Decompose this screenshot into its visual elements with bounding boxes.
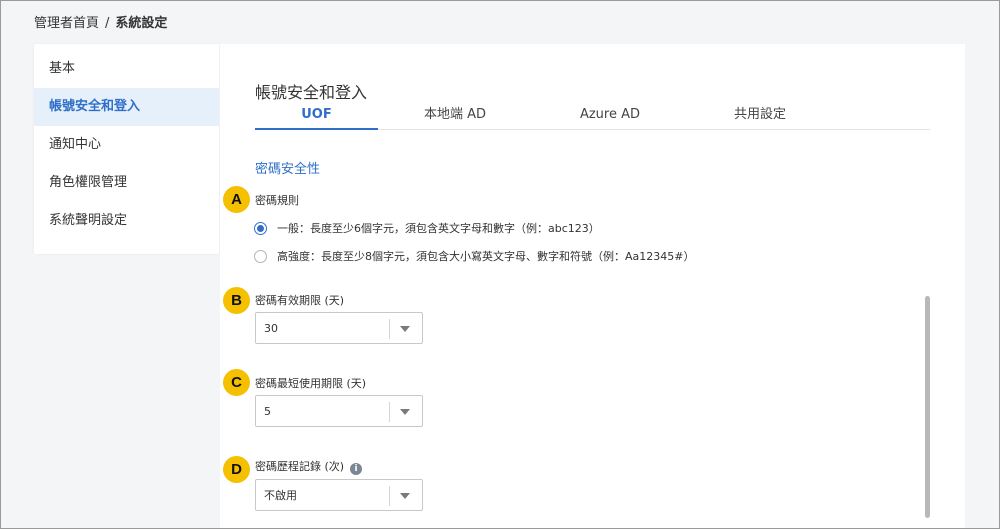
chevron-down-icon <box>400 493 410 499</box>
breadcrumb-current: 系統設定 <box>115 16 168 31</box>
sidebar-item-role-permissions[interactable]: 角色權限管理 <box>34 164 219 202</box>
password-history-label: 密碼歷程記錄 (次) i <box>255 458 363 475</box>
radio-option-normal[interactable]: 一般：長度至少6個字元，須包含英文字母和數字（例：abc123） <box>254 220 600 236</box>
sidebar-item-account-security[interactable]: 帳號安全和登入 <box>34 88 219 126</box>
breadcrumb-home[interactable]: 管理者首頁 <box>34 16 99 31</box>
tab-uof[interactable]: UOF <box>255 104 378 130</box>
select-divider <box>389 486 390 506</box>
sidebar-item-system-statement[interactable]: 系統聲明設定 <box>34 202 219 240</box>
chevron-down-icon <box>400 326 410 332</box>
password-expiry-select[interactable]: 30 <box>255 312 423 344</box>
password-min-age-select[interactable]: 5 <box>255 395 423 427</box>
password-expiry-value: 30 <box>264 322 278 335</box>
tab-local-ad[interactable]: 本地端 AD <box>395 104 515 130</box>
breadcrumb: 管理者首頁 / 系統設定 <box>34 12 167 31</box>
sidebar: 基本 帳號安全和登入 通知中心 角色權限管理 系統聲明設定 <box>34 44 219 254</box>
annotation-badge-b: B <box>223 287 250 314</box>
radio-normal[interactable] <box>254 221 267 235</box>
password-history-label-text: 密碼歷程記錄 (次) <box>255 460 345 473</box>
sidebar-item-notification-center[interactable]: 通知中心 <box>34 126 219 164</box>
annotation-badge-c: C <box>223 369 250 396</box>
scrollbar[interactable] <box>925 296 930 518</box>
chevron-down-icon <box>400 409 410 415</box>
radio-strong[interactable] <box>254 249 267 263</box>
annotation-badge-a: A <box>223 186 250 213</box>
password-history-value: 不啟用 <box>264 489 297 502</box>
info-icon[interactable]: i <box>350 463 363 475</box>
password-history-select[interactable]: 不啟用 <box>255 479 423 511</box>
tab-shared-settings[interactable]: 共用設定 <box>700 104 820 130</box>
annotation-badge-d: D <box>223 456 250 483</box>
sidebar-item-basic[interactable]: 基本 <box>34 50 219 88</box>
radio-strong-label: 高強度：長度至少8個字元，須包含大小寫英文字母、數字和符號（例：Aa12345#… <box>277 250 695 263</box>
password-min-age-value: 5 <box>264 405 271 418</box>
tab-bar: UOF 本地端 AD Azure AD 共用設定 <box>255 104 930 130</box>
radio-option-strong[interactable]: 高強度：長度至少8個字元，須包含大小寫英文字母、數字和符號（例：Aa12345#… <box>254 248 694 264</box>
password-expiry-label: 密碼有效期限 (天) <box>255 294 345 307</box>
page-title: 帳號安全和登入 <box>255 83 368 102</box>
breadcrumb-separator: / <box>105 16 110 31</box>
main-panel: 帳號安全和登入 UOF 本地端 AD Azure AD 共用設定 密碼安全性 密… <box>220 44 965 529</box>
select-divider <box>389 319 390 339</box>
section-title-password-security: 密碼安全性 <box>255 162 321 177</box>
password-min-age-label: 密碼最短使用期限 (天) <box>255 377 367 390</box>
password-rule-label: 密碼規則 <box>255 194 299 207</box>
select-divider <box>389 402 390 422</box>
tab-azure-ad[interactable]: Azure AD <box>550 104 670 130</box>
radio-normal-label: 一般：長度至少6個字元，須包含英文字母和數字（例：abc123） <box>277 222 600 235</box>
